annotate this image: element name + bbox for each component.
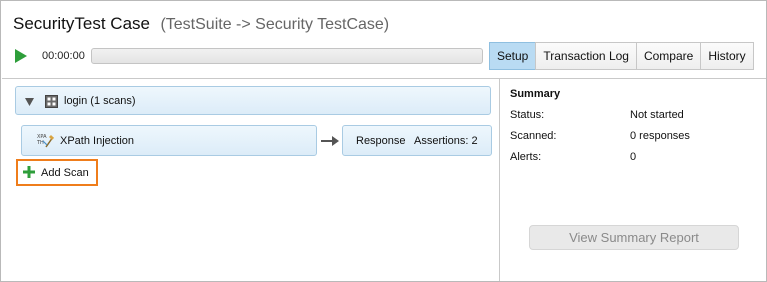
status-label: Status: bbox=[510, 109, 545, 121]
add-scan-button[interactable]: Add Scan bbox=[16, 159, 98, 186]
assertions-count: Assertions: 2 bbox=[414, 135, 478, 147]
page-title: SecurityTest Case (TestSuite -> Security… bbox=[13, 14, 389, 34]
tab-setup[interactable]: Setup bbox=[489, 42, 537, 70]
pane-splitter[interactable] bbox=[499, 79, 500, 281]
response-assertions-box[interactable]: Response Assertions: 2 bbox=[342, 125, 492, 156]
security-test-case-window: SecurityTest Case (TestSuite -> Security… bbox=[0, 0, 767, 282]
summary-heading: Summary bbox=[510, 88, 561, 100]
svg-text:TH: TH bbox=[37, 140, 44, 146]
scan-item-label: XPath Injection bbox=[60, 135, 134, 147]
view-summary-report-button[interactable]: View Summary Report bbox=[529, 225, 739, 250]
chevron-down-icon[interactable] bbox=[25, 98, 34, 106]
scanned-value: 0 responses bbox=[630, 130, 690, 142]
play-icon[interactable] bbox=[14, 48, 28, 64]
toolbar-divider bbox=[2, 78, 766, 79]
scanned-label: Scanned: bbox=[510, 130, 557, 142]
status-value: Not started bbox=[630, 109, 684, 121]
view-tabs: Setup Transaction Log Compare History bbox=[489, 42, 754, 70]
arrow-right-icon bbox=[321, 136, 339, 146]
scan-item-xpath-injection[interactable]: XPA TH XPath Injection bbox=[21, 125, 317, 156]
elapsed-timer: 00:00:00 bbox=[42, 50, 85, 62]
alerts-value: 0 bbox=[630, 151, 637, 163]
progress-bar bbox=[91, 48, 483, 64]
alerts-label: Alerts: bbox=[510, 151, 542, 163]
title-main: SecurityTest Case bbox=[13, 14, 150, 33]
tab-transaction-log[interactable]: Transaction Log bbox=[535, 42, 637, 70]
tab-history[interactable]: History bbox=[700, 42, 754, 70]
plus-icon bbox=[23, 166, 35, 178]
scan-group-label: login (1 scans) bbox=[64, 95, 136, 107]
title-breadcrumb: (TestSuite -> Security TestCase) bbox=[160, 16, 390, 33]
testcase-icon bbox=[45, 95, 58, 108]
tab-compare[interactable]: Compare bbox=[635, 42, 702, 70]
scan-group-header[interactable]: login (1 scans) bbox=[15, 86, 491, 115]
xpath-icon: XPA TH bbox=[37, 134, 54, 148]
response-label: Response bbox=[356, 135, 406, 147]
add-scan-label: Add Scan bbox=[41, 167, 89, 179]
